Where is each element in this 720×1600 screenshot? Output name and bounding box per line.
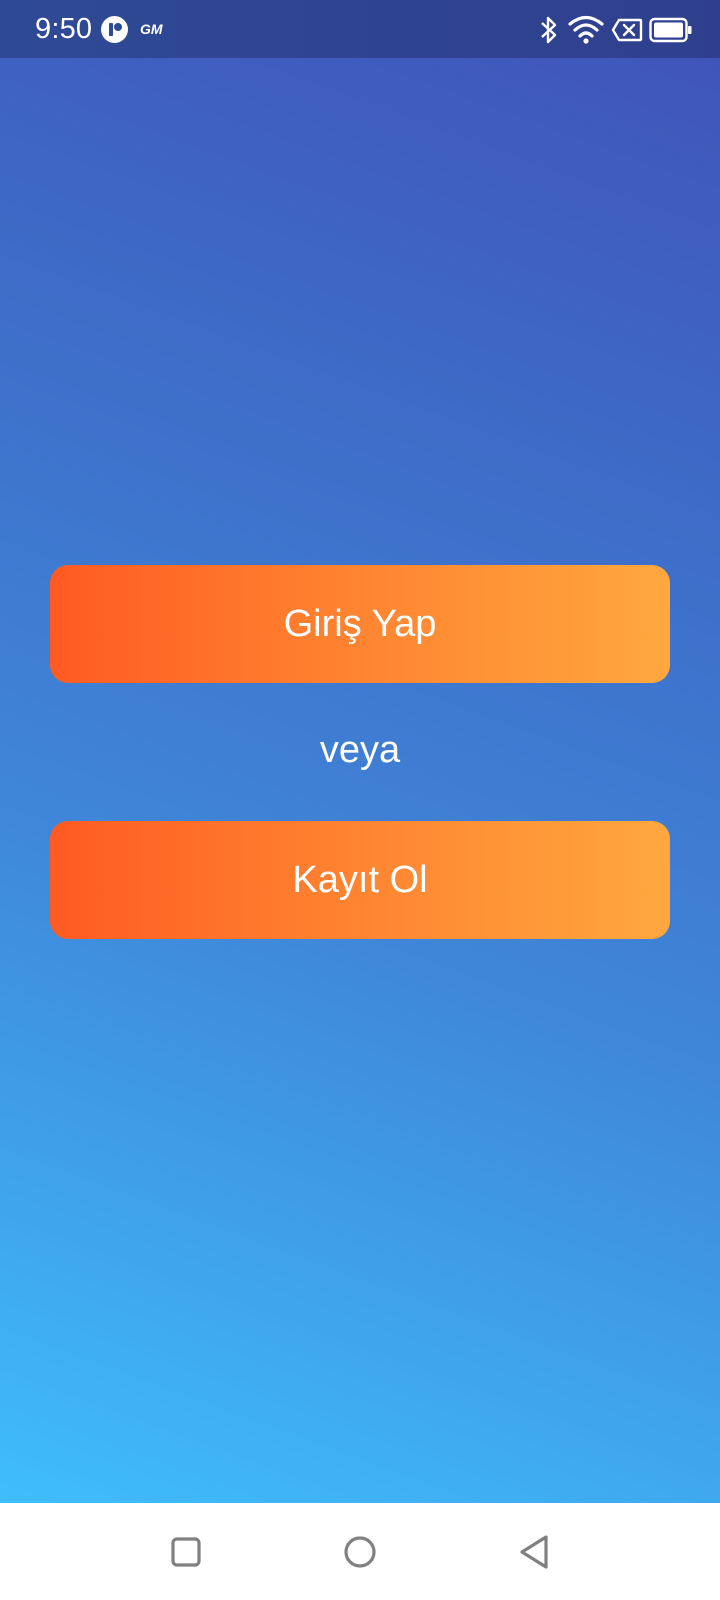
battery-icon [649, 17, 692, 43]
back-icon[interactable] [514, 1531, 556, 1573]
login-button[interactable]: Giriş Yap [50, 565, 670, 683]
register-button[interactable]: Kayıt Ol [50, 821, 670, 939]
status-time: 9:50 [35, 13, 93, 45]
bluetooth-icon [541, 16, 557, 44]
login-button-label: Giriş Yap [283, 602, 437, 645]
navigation-bar [0, 1503, 720, 1600]
no-sim-icon [611, 18, 643, 42]
wifi-icon [568, 15, 604, 44]
gm-icon: GM [140, 21, 163, 37]
recent-apps-icon[interactable] [165, 1531, 207, 1573]
status-bar: 9:50 GM [0, 0, 720, 58]
home-icon[interactable] [339, 1531, 381, 1573]
svg-text:GM: GM [140, 21, 163, 37]
or-separator-text: veya [319, 729, 401, 771]
register-button-label: Kayıt Ol [292, 858, 428, 901]
app-notification-icon [101, 16, 128, 43]
app-screen: 9:50 GM Giriş Yap veya Kayıt Ol [0, 0, 720, 1503]
